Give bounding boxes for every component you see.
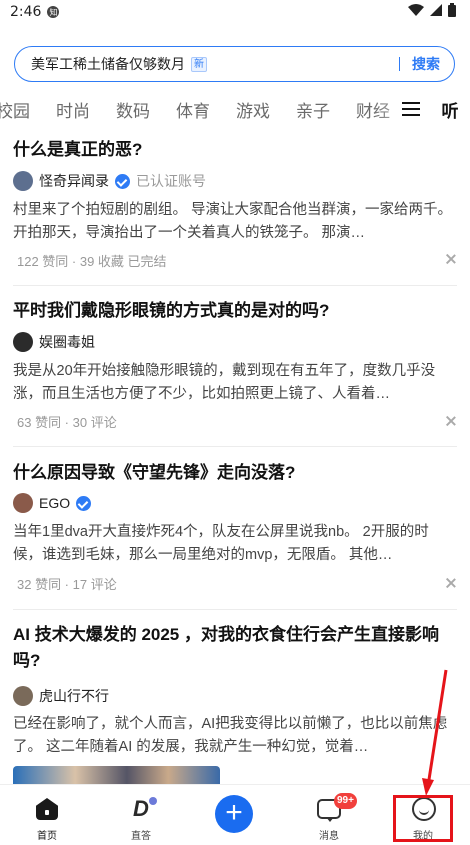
annotation-arrow: [422, 669, 448, 796]
